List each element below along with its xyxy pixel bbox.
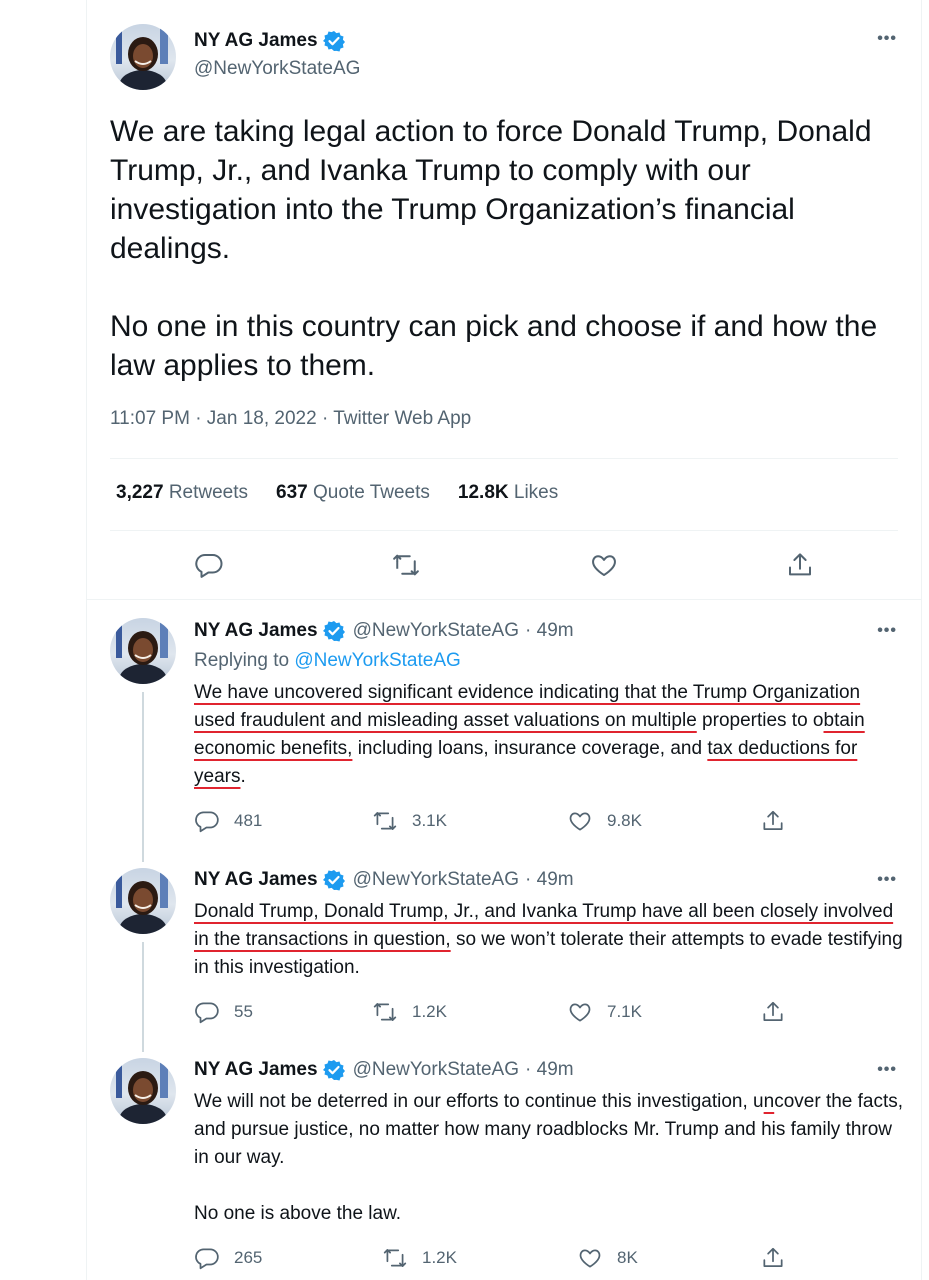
retweet-count: 1.2K <box>412 1002 447 1021</box>
share-icon[interactable] <box>760 1245 800 1271</box>
reply-action[interactable]: 481 <box>194 808 262 834</box>
reply-icon[interactable] <box>194 550 224 580</box>
author-handle[interactable]: @NewYorkStateAG <box>353 1059 519 1081</box>
likes-stat[interactable]: 12.8K Likes <box>458 482 558 504</box>
author-name[interactable]: NY AG James <box>194 620 318 642</box>
replying-to: Replying to @NewYorkStateAG <box>194 650 461 672</box>
retweet-action[interactable]: 1.2K <box>382 1245 457 1271</box>
text-segment: . <box>240 766 246 787</box>
verified-badge-icon <box>322 30 345 52</box>
quote-tweets-stat[interactable]: 637 Quote Tweets <box>276 482 430 504</box>
more-options-icon[interactable]: ••• <box>877 622 897 640</box>
avatar[interactable] <box>110 868 176 934</box>
share-icon[interactable] <box>760 999 800 1025</box>
retweets-stat[interactable]: 3,227 Retweets <box>116 482 248 504</box>
tweet-thread-column: NY AG James @NewYorkStateAG ••• We are t… <box>86 0 922 1280</box>
avatar[interactable] <box>110 618 176 684</box>
verified-badge-icon <box>322 869 345 891</box>
author-name-row: NY AG James <box>194 30 345 52</box>
quote-tweets-label: Quote Tweets <box>313 482 430 503</box>
replying-to-label: Replying to <box>194 650 290 671</box>
author-name-row: NY AG James @NewYorkStateAG · 49m <box>194 869 574 891</box>
more-options-icon[interactable]: ••• <box>877 1061 897 1079</box>
author-name[interactable]: NY AG James <box>194 1059 318 1081</box>
retweet-icon <box>383 1249 407 1267</box>
like-action[interactable]: 8K <box>577 1245 638 1271</box>
like-action[interactable]: 7.1K <box>567 999 642 1025</box>
retweets-count: 3,227 <box>116 482 164 503</box>
retweet-icon <box>373 1003 397 1021</box>
author-handle[interactable]: @NewYorkStateAG <box>194 58 360 80</box>
author-handle[interactable]: @NewYorkStateAG <box>353 620 519 642</box>
text-segment: We will not be deterred in our efforts t… <box>194 1091 764 1112</box>
like-heart-icon <box>579 1249 601 1268</box>
divider <box>110 458 898 459</box>
tweet-timestamp[interactable]: 11:07 PM · Jan 18, 2022 · Twitter Web Ap… <box>110 408 471 430</box>
main-tweet: NY AG James @NewYorkStateAG ••• We are t… <box>87 0 921 600</box>
reply-count: 265 <box>234 1248 263 1267</box>
retweet-action[interactable]: 1.2K <box>372 999 447 1025</box>
reply-count: 55 <box>234 1002 253 1021</box>
tweet-text: We are taking legal action to force Dona… <box>110 115 878 382</box>
reply-count: 481 <box>234 811 263 830</box>
like-action[interactable]: 9.8K <box>567 808 642 834</box>
verified-badge-icon <box>322 1059 345 1081</box>
like-count: 8K <box>617 1248 638 1267</box>
retweet-count: 3.1K <box>412 811 447 830</box>
reply-text: We have uncovered significant evidence i… <box>194 679 904 791</box>
reply-icon <box>195 811 219 833</box>
retweet-count: 1.2K <box>422 1248 457 1267</box>
reply-action[interactable]: 55 <box>194 999 253 1025</box>
author-name[interactable]: NY AG James <box>194 869 318 891</box>
reply-icon <box>195 1002 219 1024</box>
more-options-icon[interactable]: ••• <box>877 871 897 889</box>
reply-icon <box>195 1248 219 1270</box>
reply-text-closing: No one is above the law. <box>194 1203 402 1224</box>
reply-tweet[interactable]: NY AG James @NewYorkStateAG · 49m ••• Re… <box>87 600 921 860</box>
like-count: 9.8K <box>607 811 642 830</box>
tweet-time[interactable]: · 49m <box>525 1059 574 1081</box>
retweets-label: Retweets <box>168 482 249 503</box>
text-segment: including loans, insurance coverage, and <box>352 738 708 759</box>
reply-text: Donald Trump, Donald Trump, Jr., and Iva… <box>194 898 904 982</box>
avatar[interactable] <box>110 1058 176 1124</box>
author-name[interactable]: NY AG James <box>194 30 318 52</box>
text-segment: n <box>763 1091 775 1112</box>
author-name-row: NY AG James @NewYorkStateAG · 49m <box>194 1059 574 1081</box>
reply-actions: 481 3.1K 9.8K <box>194 808 814 834</box>
retweet-icon[interactable] <box>391 550 421 580</box>
avatar[interactable] <box>110 24 176 90</box>
divider <box>110 530 898 531</box>
like-heart-icon <box>569 1003 591 1022</box>
text-segment: properties to o <box>696 710 824 731</box>
reply-actions: 265 1.2K 8K <box>194 1245 814 1271</box>
reply-tweet[interactable]: NY AG James @NewYorkStateAG · 49m ••• We… <box>87 1050 921 1280</box>
likes-label: Likes <box>513 482 559 503</box>
like-count: 7.1K <box>607 1002 642 1021</box>
verified-badge-icon <box>322 620 345 642</box>
share-icon[interactable] <box>760 808 800 834</box>
replying-to-link[interactable]: @NewYorkStateAG <box>294 650 460 671</box>
tweet-time[interactable]: · 49m <box>525 869 574 891</box>
tweet-actions <box>87 550 921 582</box>
tweet-time[interactable]: · 49m <box>525 620 574 642</box>
engagement-stats: 3,227 Retweets 637 Quote Tweets 12.8K Li… <box>116 482 558 504</box>
share-icon[interactable] <box>785 550 815 580</box>
quote-tweets-count: 637 <box>276 482 308 503</box>
like-heart-icon <box>569 812 591 831</box>
retweet-action[interactable]: 3.1K <box>372 808 447 834</box>
author-name-row: NY AG James @NewYorkStateAG · 49m <box>194 620 574 642</box>
likes-count: 12.8K <box>457 482 509 503</box>
reply-text: We will not be deterred in our efforts t… <box>194 1088 904 1172</box>
like-heart-icon[interactable] <box>589 550 619 580</box>
reply-action[interactable]: 265 <box>194 1245 262 1271</box>
author-handle[interactable]: @NewYorkStateAG <box>353 869 519 891</box>
retweet-icon <box>373 812 397 830</box>
reply-tweet[interactable]: NY AG James @NewYorkStateAG · 49m ••• Do… <box>87 860 921 1050</box>
reply-actions: 55 1.2K 7.1K <box>194 999 814 1025</box>
more-options-icon[interactable]: ••• <box>877 30 897 48</box>
